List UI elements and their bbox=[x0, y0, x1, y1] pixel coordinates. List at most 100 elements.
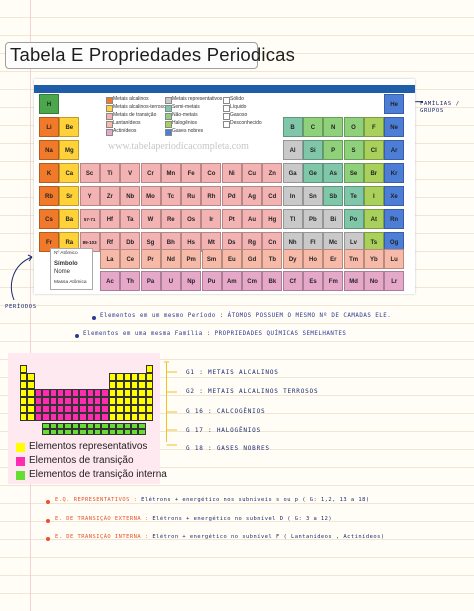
mini-legend-transition: Elementos de transição bbox=[29, 455, 134, 466]
mini-cell bbox=[64, 413, 72, 421]
element-cell: He bbox=[384, 94, 405, 114]
legend-label: Sólido bbox=[230, 96, 244, 102]
mini-cell bbox=[27, 373, 35, 381]
mini-cell bbox=[145, 413, 154, 421]
group-brackets bbox=[164, 361, 177, 446]
mini-cell bbox=[86, 413, 94, 421]
mini-cell bbox=[79, 389, 87, 397]
mini-cell bbox=[20, 389, 28, 397]
mini-cell bbox=[34, 397, 43, 405]
mini-cell bbox=[131, 373, 139, 381]
element-cell: Fe bbox=[181, 163, 202, 183]
element-cell: Pt bbox=[221, 209, 242, 229]
mini-cell bbox=[20, 413, 28, 421]
element-cell: In bbox=[282, 186, 303, 206]
mini-cell bbox=[101, 389, 109, 397]
element-cell: As bbox=[323, 163, 344, 183]
element-cell: Kr bbox=[384, 163, 405, 183]
mini-cell bbox=[131, 413, 139, 421]
mini-inner-cell bbox=[71, 429, 80, 435]
element-cell: H bbox=[39, 94, 59, 114]
note-period: Elementos em um mesmo Período : ÁTOMOS P… bbox=[100, 313, 392, 319]
element-cell: Ir bbox=[201, 209, 222, 229]
element-cell: Ar bbox=[384, 140, 405, 160]
mini-cell bbox=[116, 373, 124, 381]
legend-swatch bbox=[223, 105, 230, 112]
mini-cell bbox=[138, 381, 146, 389]
mini-cell bbox=[71, 413, 80, 421]
element-cell: S bbox=[343, 140, 364, 160]
mini-cell bbox=[57, 405, 65, 413]
element-cell: Sr bbox=[59, 186, 80, 206]
config-text: Elétron + energético no subnível F ( Lan… bbox=[152, 534, 385, 540]
element-cell: Ge bbox=[302, 163, 323, 183]
legend-label: Metais representativos bbox=[172, 96, 223, 102]
swatch-inner bbox=[16, 471, 25, 480]
mini-cell bbox=[20, 365, 28, 373]
legend-swatch bbox=[223, 121, 230, 128]
mini-cell bbox=[94, 397, 102, 405]
element-cell: Mo bbox=[140, 186, 161, 206]
lanthanide-cell: Eu bbox=[221, 249, 242, 269]
element-cell: Hf bbox=[99, 209, 120, 229]
element-cell: Br bbox=[363, 163, 384, 183]
actinide-cell: Np bbox=[181, 271, 202, 291]
mini-cell bbox=[123, 397, 131, 405]
element-cell: Ga bbox=[282, 163, 303, 183]
element-cell: Os bbox=[181, 209, 202, 229]
mini-cell bbox=[101, 413, 109, 421]
element-cell: Cr bbox=[140, 163, 161, 183]
config-text: Elétrons + energético no subnível D ( G:… bbox=[152, 516, 333, 522]
element-cell: Al bbox=[282, 140, 303, 160]
element-cell: Rh bbox=[201, 186, 222, 206]
mini-legend-representative: Elementos representativos bbox=[29, 441, 148, 452]
mini-cell bbox=[116, 405, 124, 413]
key-mass: Massa Atômica bbox=[54, 280, 87, 285]
element-cell: Mn bbox=[160, 163, 181, 183]
lanthanide-cell: Tb bbox=[262, 249, 283, 269]
lanthanide-cell: Ce bbox=[120, 249, 141, 269]
element-cell: Si bbox=[302, 140, 323, 160]
periods-arrow bbox=[10, 254, 33, 301]
lanthanide-cell: Sm bbox=[201, 249, 222, 269]
element-cell: Ru bbox=[181, 186, 202, 206]
actinide-cell: Es bbox=[303, 271, 323, 291]
mini-cell bbox=[123, 389, 131, 397]
element-cell: 57-71 bbox=[79, 209, 100, 229]
mini-cell bbox=[145, 405, 154, 413]
bullet-icon bbox=[75, 334, 79, 338]
mini-cell bbox=[49, 389, 57, 397]
mini-cell bbox=[86, 397, 94, 405]
actinide-cell: Pa bbox=[140, 271, 161, 291]
element-cell: Be bbox=[59, 117, 80, 137]
mini-cell bbox=[108, 397, 117, 405]
mini-cell bbox=[71, 389, 80, 397]
mini-cell bbox=[64, 389, 72, 397]
mini-inner-cell bbox=[101, 429, 109, 435]
mini-inner-cell bbox=[86, 429, 94, 435]
element-cell: Cd bbox=[262, 186, 283, 206]
config-representative: E.Q. REPRESENTATIVOS : Elétrons + energé… bbox=[55, 497, 370, 503]
mini-cell bbox=[116, 413, 124, 421]
mini-cell bbox=[64, 397, 72, 405]
actinide-cell: Bk bbox=[262, 271, 283, 291]
element-cell: At bbox=[363, 209, 384, 229]
element-cell: Ne bbox=[384, 117, 405, 137]
mini-inner-cell bbox=[49, 429, 57, 435]
group-18: G 18 : GASES NOBRES bbox=[186, 445, 270, 452]
element-cell: Y bbox=[79, 186, 100, 206]
mini-cell bbox=[27, 397, 35, 405]
element-cell: C bbox=[302, 117, 323, 137]
actinide-cell: U bbox=[160, 271, 181, 291]
mini-cell bbox=[79, 405, 87, 413]
legend-label: Gasoso bbox=[230, 112, 248, 118]
actinide-cell: Cm bbox=[242, 271, 263, 291]
mini-cell bbox=[20, 397, 28, 405]
mini-cell bbox=[27, 413, 35, 421]
mini-cell bbox=[27, 381, 35, 389]
element-cell: Co bbox=[201, 163, 222, 183]
mini-inner-cell bbox=[57, 429, 65, 435]
mini-cell bbox=[108, 405, 117, 413]
element-cell: Sn bbox=[302, 186, 323, 206]
lanthanide-cell: Tm bbox=[343, 249, 364, 269]
